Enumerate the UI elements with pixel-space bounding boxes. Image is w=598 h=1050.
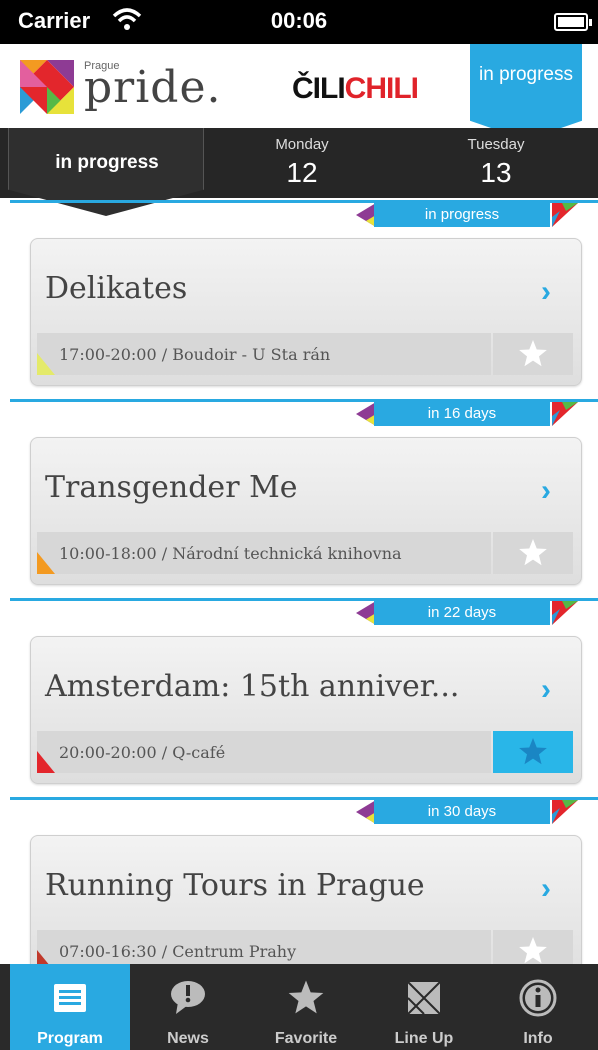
chevron-right-icon: › [541, 275, 551, 308]
category-corner [37, 751, 55, 773]
event-title: Delikates [45, 271, 188, 306]
event-card[interactable]: Transgender Me › 10:00-18:00 / Národní t… [30, 437, 582, 585]
event-title: Running Tours in Prague [45, 868, 425, 903]
favorite-button[interactable] [493, 532, 573, 574]
status-bar: Carrier 00:06 [0, 0, 598, 44]
clock: 00:06 [270, 8, 328, 33]
tab-news[interactable]: News [128, 964, 248, 1050]
tab-line-up[interactable]: Line Up [364, 964, 484, 1050]
event-title: Transgender Me [45, 470, 298, 505]
date-tab-label: in progress [55, 152, 159, 173]
star-icon [519, 937, 547, 964]
date-tab-tuesday[interactable]: Tuesday 13 [436, 136, 556, 189]
star-icon [519, 738, 547, 765]
ribbon-right-icon [552, 800, 578, 824]
date-tab-monday[interactable]: Monday 12 [242, 136, 362, 189]
tab-label: Info [523, 1030, 553, 1047]
star-icon [519, 539, 547, 566]
day-name: Monday [275, 136, 329, 153]
event-card[interactable]: Amsterdam: 15th anniver... › 20:00-20:00… [30, 636, 582, 784]
countdown-label: in 30 days [374, 800, 550, 824]
event-meta: 20:00-20:00 / Q-café [59, 743, 226, 762]
tab-label: Program [37, 1030, 103, 1047]
chevron-right-icon: › [541, 872, 551, 905]
event-meta: 07:00-16:30 / Centrum Prahy [59, 942, 297, 961]
event-list[interactable]: in progress Delikates › 17:00-20:00 / Bo… [0, 198, 598, 994]
info-icon [519, 979, 557, 1017]
countdown-label: in progress [374, 203, 550, 227]
day-name: Tuesday [467, 136, 525, 153]
lineup-icon [407, 981, 441, 1015]
tab-label: Favorite [274, 1030, 338, 1047]
star-icon [519, 340, 547, 367]
ribbon-right-icon [552, 601, 578, 625]
day-number: 13 [480, 157, 512, 188]
ribbon-left-icon [356, 601, 376, 625]
countdown-label: in 22 days [374, 601, 550, 625]
tab-info[interactable]: Info [478, 964, 598, 1050]
chevron-right-icon: › [541, 474, 551, 507]
event-meta: 10:00-18:00 / Národní technická knihovna [59, 544, 402, 563]
star-icon [288, 980, 324, 1014]
logo-text: pride. [84, 62, 222, 113]
countdown-label: in 16 days [374, 402, 550, 426]
in-progress-filter-button[interactable]: in progress [470, 44, 582, 140]
tab-label: Line Up [394, 1030, 454, 1047]
event-info-bar: 20:00-20:00 / Q-café [37, 731, 491, 773]
date-bar: in progress Monday 12 Tuesday 13 [0, 128, 598, 216]
chevron-right-icon: › [541, 673, 551, 706]
favorite-button[interactable] [493, 333, 573, 375]
event-meta: 17:00-20:00 / Boudoir - U Sta rán [59, 345, 331, 364]
event-title: Amsterdam: 15th anniver... [45, 669, 460, 704]
event-item: in 16 days Transgender Me › 10:00-18:00 … [0, 397, 598, 596]
event-info-bar: 10:00-18:00 / Národní technická knihovna [37, 532, 491, 574]
event-info-bar: 17:00-20:00 / Boudoir - U Sta rán [37, 333, 491, 375]
list-icon [54, 984, 86, 1012]
tab-program[interactable]: Program [10, 964, 130, 1050]
tab-favorite[interactable]: Favorite [246, 964, 366, 1050]
event-card[interactable]: Delikates › 17:00-20:00 / Boudoir - U St… [30, 238, 582, 386]
event-card[interactable]: Running Tours in Prague › 07:00-16:30 / … [30, 835, 582, 983]
speech-bubble-icon [171, 981, 205, 1014]
ribbon-left-icon [356, 203, 376, 227]
ribbon-left-icon [356, 402, 376, 426]
ribbon-left-icon [356, 800, 376, 824]
sponsor-logo: ČILICHILI [292, 72, 419, 106]
tab-bar: Program News Favorite Line Up Info [0, 964, 598, 1050]
ribbon-right-icon [552, 402, 578, 426]
event-item: in progress Delikates › 17:00-20:00 / Bo… [0, 198, 598, 397]
sponsor-part-2: CHILI [344, 72, 419, 105]
pride-logo-icon [20, 60, 74, 114]
favorite-button[interactable] [493, 731, 573, 773]
event-item: in 22 days Amsterdam: 15th anniver... › … [0, 596, 598, 795]
tab-label: News [167, 1030, 209, 1047]
app-header: Prague pride. ČILICHILI in progress [0, 44, 598, 140]
category-corner [37, 552, 55, 574]
ribbon-right-icon [552, 203, 578, 227]
day-number: 12 [286, 157, 318, 188]
sponsor-part-1: ČILI [292, 72, 346, 105]
battery-icon [554, 13, 592, 31]
category-corner [37, 353, 55, 375]
